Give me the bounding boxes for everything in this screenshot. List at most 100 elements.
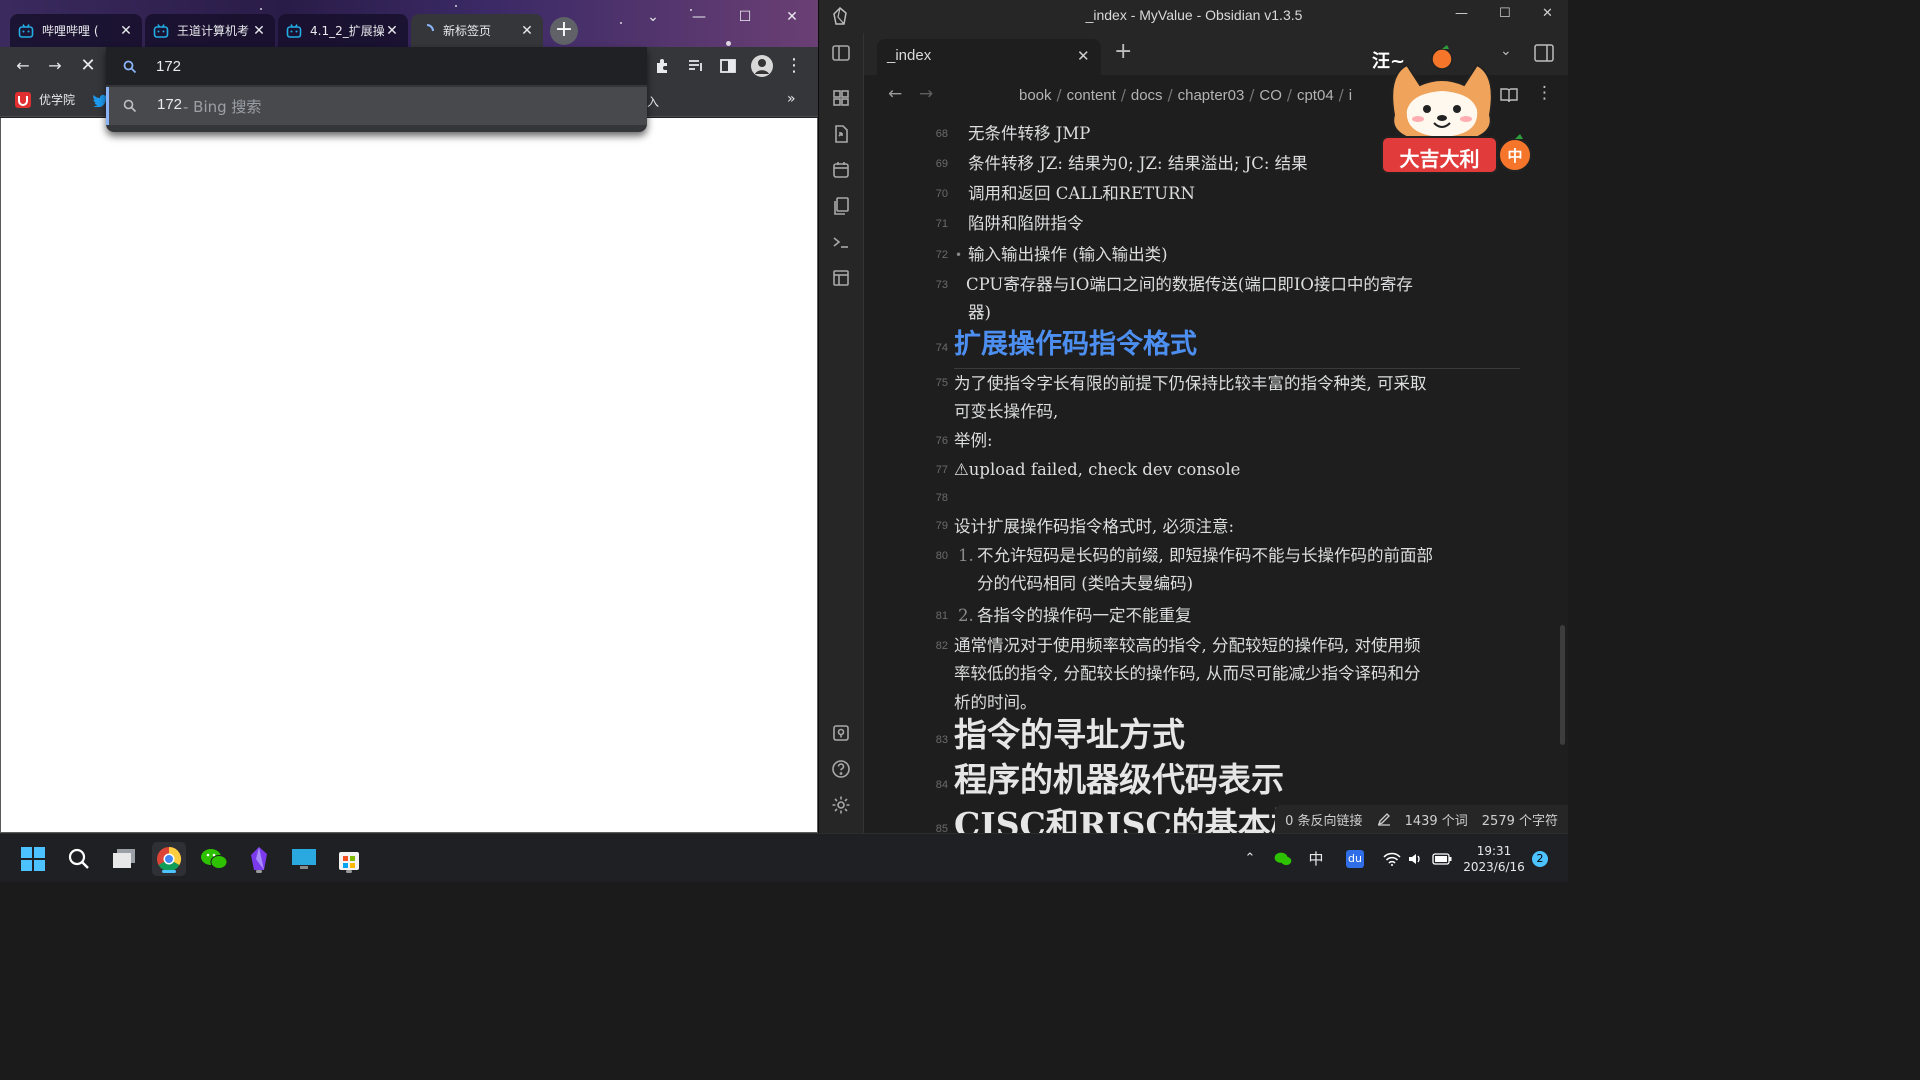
tab-index[interactable]: _index ✕ <box>877 39 1101 75</box>
markdown-editor[interactable]: 68 69 70 71 72 73 74 75 76 77 78 79 80 8… <box>864 115 1568 833</box>
calendar-icon[interactable] <box>831 160 851 180</box>
line-number: 70 <box>935 188 948 200</box>
new-tab-button[interactable]: + <box>550 17 578 45</box>
more-menu-icon[interactable]: ⋮ <box>783 55 805 77</box>
text-line-wrap: 率较低的指令, 分配较长的操作码, 从而尽可能减少指令译码和分 <box>954 664 1421 683</box>
tab-close-icon[interactable]: ✕ <box>519 23 535 39</box>
start-button[interactable] <box>16 842 50 876</box>
bilibili-icon <box>18 23 34 38</box>
running-indicator <box>256 870 262 873</box>
page-content[interactable] <box>0 118 818 833</box>
breadcrumb-item[interactable]: docs <box>1131 87 1163 104</box>
breadcrumb-item[interactable]: cpt04 <box>1297 87 1334 104</box>
tray-wechat-icon[interactable] <box>1270 834 1296 883</box>
toggle-right-sidebar-icon[interactable] <box>1534 44 1554 62</box>
breadcrumb-item[interactable]: chapter03 <box>1178 87 1245 104</box>
editor-scrollbar[interactable] <box>1560 625 1565 745</box>
tray-baidu-icon[interactable]: du <box>1342 834 1368 883</box>
line-number: 74 <box>935 342 948 354</box>
templates-icon[interactable] <box>831 196 851 216</box>
taskbar-store[interactable] <box>332 842 366 876</box>
suggestion-query: 172 <box>157 96 183 113</box>
running-indicator <box>162 870 176 873</box>
list-item: 各指令的操作码一定不能重复 <box>977 606 1192 625</box>
more-options-icon[interactable]: ⋮ <box>1536 83 1553 103</box>
tab-extended-opcode[interactable]: 4.1_2_扩展操 ✕ <box>278 14 408 47</box>
bookmark-youxueyuan[interactable]: 优学院 <box>15 91 75 108</box>
omnibox[interactable] <box>106 47 647 85</box>
tab-close-icon[interactable]: ✕ <box>384 23 400 39</box>
minimize-button[interactable]: — <box>676 4 722 30</box>
taskbar-chrome[interactable] <box>152 842 186 876</box>
tab-close-icon[interactable]: ✕ <box>1077 47 1090 65</box>
volume-icon[interactable] <box>1405 834 1427 883</box>
maximize-button[interactable]: ☐ <box>1499 6 1511 21</box>
bilibili-icon <box>286 23 302 38</box>
tab-wangdao[interactable]: 王道计算机考 ✕ <box>145 14 275 47</box>
stop-loading-icon[interactable]: ✕ <box>77 55 99 77</box>
nav-forward-icon[interactable]: → <box>919 84 933 104</box>
bookmark-overflow-label: 入 <box>647 95 660 109</box>
close-window-button[interactable]: ✕ <box>769 4 815 30</box>
line-number: 78 <box>935 492 948 504</box>
layout-icon[interactable] <box>831 268 851 288</box>
back-icon[interactable]: ← <box>12 55 34 77</box>
breadcrumb-item[interactable]: CO <box>1259 87 1282 104</box>
side-panel-icon[interactable] <box>717 55 739 77</box>
settings-gear-icon[interactable] <box>831 795 851 815</box>
line-number: 79 <box>935 520 948 532</box>
tab-close-icon[interactable]: ✕ <box>118 23 134 39</box>
maximize-button[interactable]: ☐ <box>722 4 768 30</box>
vault-switcher-icon[interactable] <box>831 723 851 743</box>
toggle-sidebar-icon[interactable] <box>831 43 851 63</box>
task-view-button[interactable] <box>107 842 141 876</box>
breadcrumb-item[interactable]: content <box>1067 87 1116 104</box>
new-tab-icon[interactable]: + <box>1114 39 1132 64</box>
open-note-icon[interactable] <box>831 124 851 144</box>
text-line: 为了使指令字长有限的前提下仍保持比较丰富的指令种类, 可采取 <box>954 374 1427 393</box>
warning-icon: ⚠ <box>954 460 969 479</box>
reading-list-icon[interactable] <box>685 55 707 77</box>
clock[interactable]: 19:31 2023/6/16 <box>1462 834 1526 883</box>
breadcrumb-item[interactable]: book <box>1019 87 1052 104</box>
tab-label: 新标签页 <box>443 24 492 38</box>
notification-count: 2 <box>1532 850 1548 867</box>
omnibox-suggestion[interactable]: 172 - Bing 搜索 <box>106 87 647 125</box>
extensions-icon[interactable] <box>652 55 674 77</box>
list-marker: 1. <box>958 546 974 565</box>
status-bar: 0 条反向链接 1439 个词 2579 个字符 <box>1275 805 1568 833</box>
breadcrumb-item[interactable]: i <box>1349 87 1352 104</box>
edit-pencil-icon[interactable] <box>1377 812 1391 826</box>
text-line: 陷阱和陷阱指令 <box>968 214 1084 233</box>
nav-back-icon[interactable]: ← <box>888 84 902 104</box>
taskbar-obsidian[interactable] <box>242 842 276 876</box>
bookmarks-overflow-button[interactable]: » <box>787 91 796 107</box>
tab-bilibili[interactable]: 哔哩哔哩 ( ✕ <box>10 14 142 47</box>
notification-badge[interactable]: 2 <box>1530 834 1550 883</box>
close-window-button[interactable]: ✕ <box>1542 6 1553 21</box>
text-line: CPU寄存器与IO端口之间的数据传送(端口即IO接口中的寄存 <box>966 275 1413 294</box>
line-number: 77 <box>935 464 948 476</box>
battery-icon[interactable] <box>1430 834 1454 883</box>
tab-new-tab[interactable]: 新标签页 ✕ <box>411 14 543 47</box>
ime-indicator[interactable]: 中 <box>1303 834 1329 883</box>
tab-title: _index <box>887 47 932 64</box>
terminal-icon[interactable] <box>831 232 851 252</box>
tab-close-icon[interactable]: ✕ <box>251 23 267 39</box>
graph-view-icon[interactable] <box>831 88 851 108</box>
forward-icon[interactable]: → <box>44 55 66 77</box>
tab-search-icon[interactable]: ⌄ <box>630 4 676 30</box>
help-icon[interactable] <box>831 759 851 779</box>
address-input[interactable] <box>156 55 626 77</box>
tray-overflow-chevron-icon[interactable]: ⌃ <box>1238 834 1262 883</box>
task-view-icon <box>113 849 135 868</box>
wifi-icon[interactable] <box>1380 834 1404 883</box>
heading-addressing-modes: 指令的寻址方式 <box>954 715 1185 754</box>
backlinks-count[interactable]: 0 条反向链接 <box>1285 810 1362 829</box>
taskbar-wechat[interactable] <box>197 842 231 876</box>
profile-avatar[interactable] <box>750 55 773 77</box>
minimize-button[interactable]: — <box>1455 6 1468 21</box>
line-number: 68 <box>935 128 948 140</box>
taskbar-remote-desktop[interactable] <box>287 842 321 876</box>
search-button[interactable] <box>62 842 96 876</box>
